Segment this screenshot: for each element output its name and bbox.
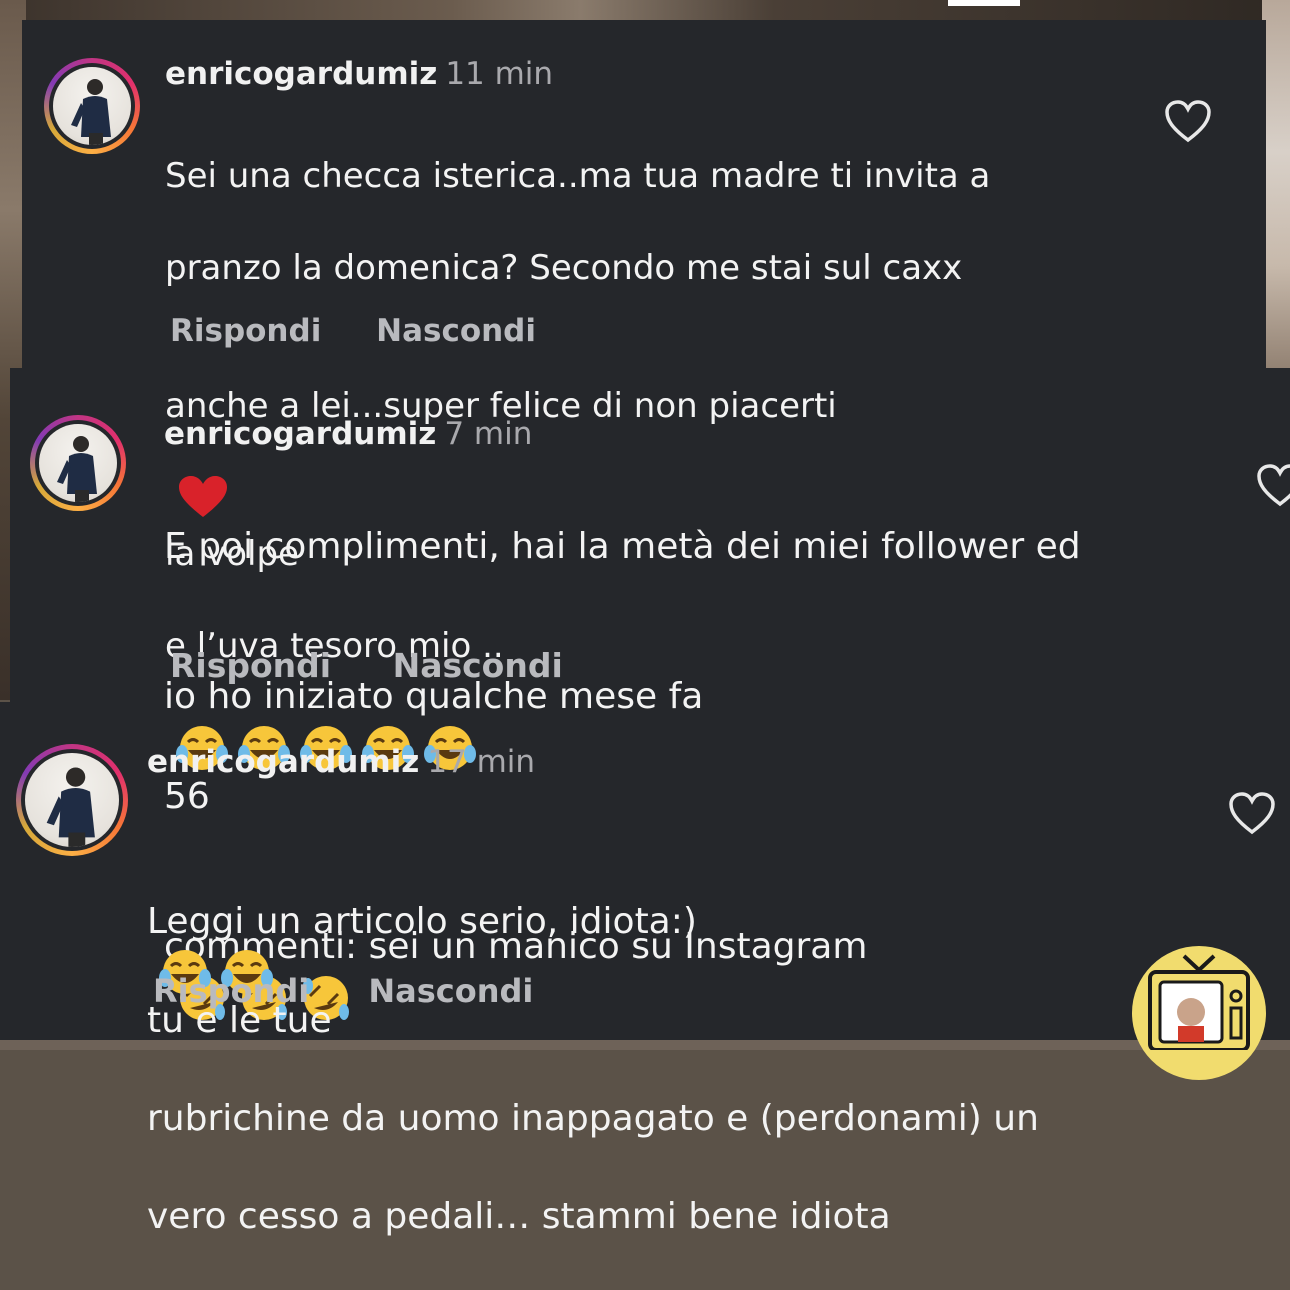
heart-outline-icon[interactable] — [1164, 100, 1212, 144]
comment-line: vero cesso a pedali… stammi bene idiota — [147, 1196, 891, 1237]
comment-line-part: Leggi un articolo serio, idiota:) — [147, 901, 697, 942]
tv-logo-icon — [1132, 946, 1266, 1080]
avatar[interactable] — [30, 415, 126, 511]
reply-button[interactable]: Rispondi — [170, 646, 331, 685]
comment-line: Leggi un articolo serio, idiota:) tu e l… — [147, 848, 1147, 1045]
comment-time: 7 min — [444, 416, 533, 452]
comment-text: Leggi un articolo serio, idiota:) tu e l… — [147, 799, 1147, 1290]
avatar-person-icon — [53, 67, 131, 145]
hide-button[interactable]: Nascondi — [368, 972, 533, 1010]
reply-button[interactable]: Rispondi — [170, 313, 321, 349]
comment-line: pranzo la domenica? Secondo me stai sul … — [165, 248, 963, 288]
comment-line: Sei una checca isterica..ma tua madre ti… — [165, 156, 991, 196]
heart-outline-icon[interactable] — [1256, 464, 1290, 508]
comment-line: rubrichine da uomo inappagato e (perdona… — [147, 1098, 1039, 1139]
comment-time: 17 min — [427, 744, 536, 780]
background-photo-right — [1262, 0, 1290, 380]
hide-button[interactable]: Nascondi — [376, 313, 536, 349]
username[interactable]: enricogardumiz — [147, 744, 419, 780]
avatar-person-icon — [39, 424, 117, 502]
avatar[interactable] — [16, 744, 128, 856]
comment-line: E poi complimenti, hai la metà dei miei … — [164, 526, 1081, 567]
avatar-person-icon — [25, 753, 119, 847]
avatar[interactable] — [44, 58, 140, 154]
comment-time: 11 min — [445, 56, 554, 92]
heart-outline-icon[interactable] — [1228, 792, 1276, 836]
reply-button[interactable]: Rispondi — [153, 972, 309, 1010]
background-white-mark — [948, 0, 1020, 6]
hide-button[interactable]: Nascondi — [393, 646, 563, 685]
username[interactable]: enricogardumiz — [164, 416, 436, 452]
username[interactable]: enricogardumiz — [165, 56, 437, 92]
